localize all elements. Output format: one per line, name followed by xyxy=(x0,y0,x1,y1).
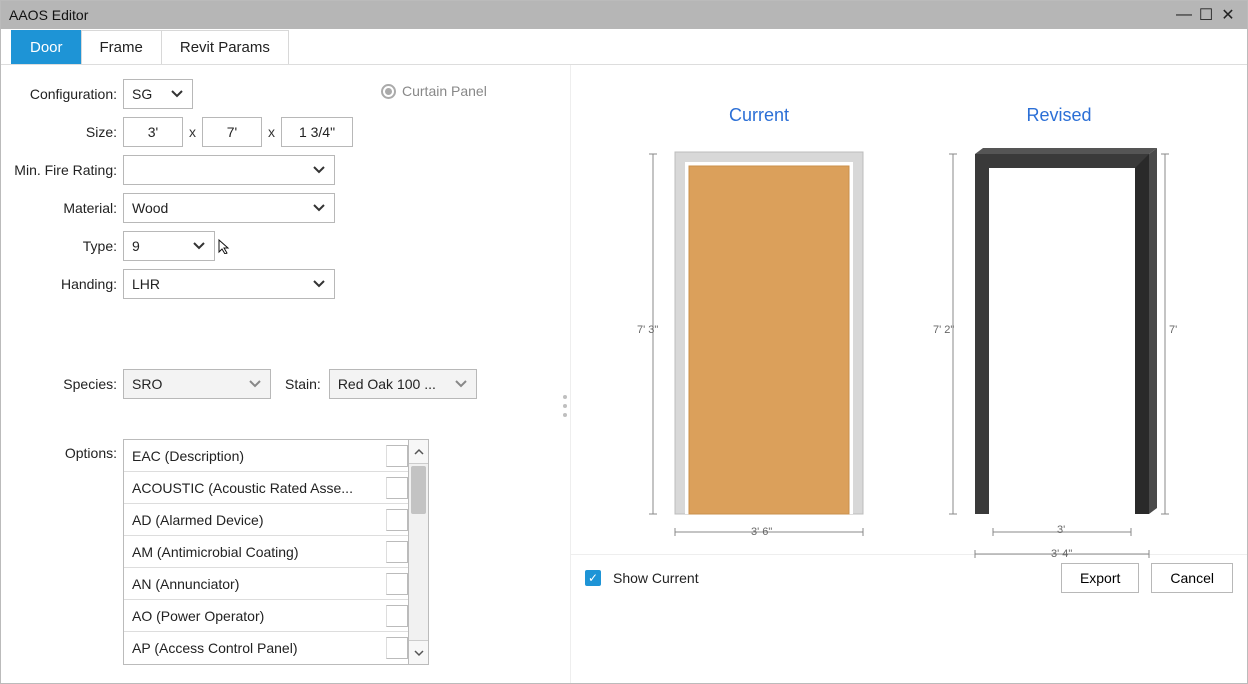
tab-bar: Door Frame Revit Params xyxy=(1,29,1247,65)
species-select[interactable]: SRO xyxy=(123,369,271,399)
tab-door[interactable]: Door xyxy=(11,30,82,64)
chevron-down-icon xyxy=(170,89,184,99)
tab-frame[interactable]: Frame xyxy=(81,30,162,64)
editor-window: AAOS Editor — ☐ ✕ Door Frame Revit Param… xyxy=(0,0,1248,684)
stain-select[interactable]: Red Oak 100 ... xyxy=(329,369,477,399)
scrollbar[interactable] xyxy=(409,439,429,665)
cursor-icon xyxy=(217,238,231,254)
list-item[interactable]: AN (Annunciator) xyxy=(124,568,408,600)
curtain-panel-radio[interactable]: Curtain Panel xyxy=(381,83,487,99)
chevron-down-icon xyxy=(248,379,262,389)
chevron-down-icon xyxy=(454,379,468,389)
chevron-down-icon xyxy=(192,241,206,251)
current-width-dim: 3' 6" xyxy=(751,526,772,538)
options-label: Options: xyxy=(11,439,123,665)
window-title: AAOS Editor xyxy=(9,7,88,23)
minimize-button[interactable]: — xyxy=(1173,6,1195,24)
radio-icon xyxy=(381,84,396,99)
fire-rating-select[interactable] xyxy=(123,155,335,185)
revised-height-left: 7' 2" xyxy=(933,324,954,336)
scroll-track[interactable] xyxy=(409,464,428,640)
revised-height-right: 7' xyxy=(1169,324,1177,336)
preview-panel: Current xyxy=(571,65,1247,683)
maximize-button[interactable]: ☐ xyxy=(1195,5,1217,25)
option-checkbox[interactable] xyxy=(386,637,408,659)
option-checkbox[interactable] xyxy=(386,509,408,531)
current-title: Current xyxy=(729,105,789,126)
list-item[interactable]: AO (Power Operator) xyxy=(124,600,408,632)
scroll-thumb[interactable] xyxy=(411,466,426,514)
list-item[interactable]: AM (Antimicrobial Coating) xyxy=(124,536,408,568)
main-body: Curtain Panel Configuration: SG Size: 3'… xyxy=(1,65,1247,683)
material-select[interactable]: Wood xyxy=(123,193,335,223)
size-thickness-input[interactable]: 1 3/4" xyxy=(281,117,353,147)
stain-label: Stain: xyxy=(285,376,321,392)
close-button[interactable]: ✕ xyxy=(1217,5,1239,25)
chevron-down-icon xyxy=(312,165,326,175)
current-door-icon xyxy=(639,134,879,554)
curtain-panel-label: Curtain Panel xyxy=(402,83,487,99)
option-checkbox[interactable] xyxy=(386,445,408,467)
size-width-input[interactable]: 3' xyxy=(123,117,183,147)
fire-rating-label: Min. Fire Rating: xyxy=(11,162,123,178)
size-height-input[interactable]: 7' xyxy=(202,117,262,147)
revised-width-inner: 3' xyxy=(1057,524,1065,536)
type-label: Type: xyxy=(11,238,123,254)
show-current-checkbox[interactable]: ✓ xyxy=(585,570,601,586)
scroll-down-button[interactable] xyxy=(409,640,428,664)
chevron-down-icon xyxy=(312,203,326,213)
list-item[interactable]: AD (Alarmed Device) xyxy=(124,504,408,536)
revised-title: Revised xyxy=(1026,105,1091,126)
revised-frame-icon xyxy=(939,134,1179,574)
type-select[interactable]: 9 xyxy=(123,231,215,261)
current-preview: Current xyxy=(639,105,879,554)
option-checkbox[interactable] xyxy=(386,573,408,595)
option-checkbox[interactable] xyxy=(386,605,408,627)
form-panel: Curtain Panel Configuration: SG Size: 3'… xyxy=(1,65,571,683)
list-item[interactable]: EAC (Description) xyxy=(124,440,408,472)
configuration-label: Configuration: xyxy=(11,86,123,102)
material-label: Material: xyxy=(11,200,123,216)
scroll-up-button[interactable] xyxy=(409,440,428,464)
tab-revit-params[interactable]: Revit Params xyxy=(161,30,289,64)
list-item[interactable]: AP (Access Control Panel) xyxy=(124,632,408,664)
revised-preview: Revised xyxy=(939,105,1179,554)
current-height-dim: 7' 3" xyxy=(637,324,658,336)
option-checkbox[interactable] xyxy=(386,477,408,499)
size-label: Size: xyxy=(11,124,123,140)
show-current-label: Show Current xyxy=(613,570,699,586)
handing-label: Handing: xyxy=(11,276,123,292)
species-label: Species: xyxy=(11,376,123,392)
options-list: EAC (Description) ACOUSTIC (Acoustic Rat… xyxy=(123,439,409,665)
revised-width-outer: 3' 4" xyxy=(1051,548,1072,560)
handing-select[interactable]: LHR xyxy=(123,269,335,299)
chevron-down-icon xyxy=(312,279,326,289)
configuration-select[interactable]: SG xyxy=(123,79,193,109)
splitter-handle[interactable] xyxy=(563,395,567,417)
option-checkbox[interactable] xyxy=(386,541,408,563)
titlebar: AAOS Editor — ☐ ✕ xyxy=(1,1,1247,29)
list-item[interactable]: ACOUSTIC (Acoustic Rated Asse... xyxy=(124,472,408,504)
